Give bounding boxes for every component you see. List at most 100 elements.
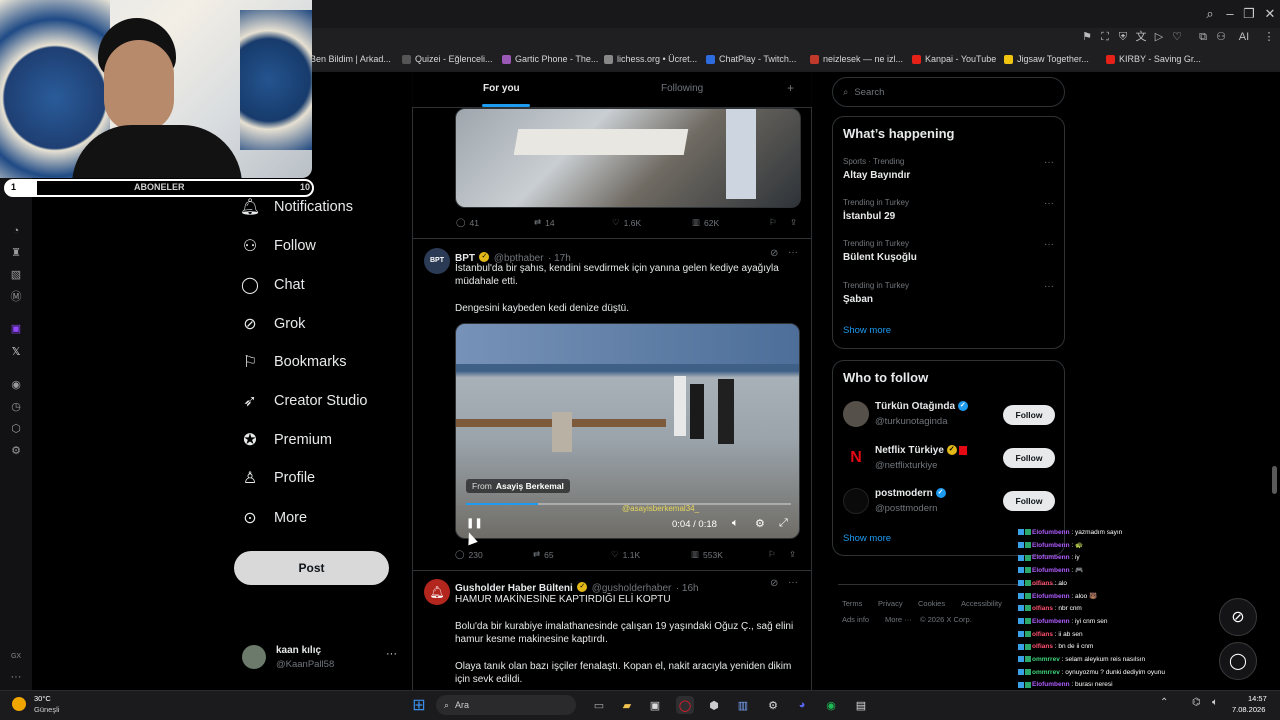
chat-username[interactable]: olfians [1032, 580, 1053, 587]
shield-icon[interactable]: ⛨ [1116, 30, 1130, 44]
taskbar-search[interactable]: ⌕ Ara [436, 695, 576, 715]
settings-icon[interactable]: ⚙ [755, 517, 765, 530]
like-button[interactable]: ♡ 1.1K [611, 549, 640, 560]
profile-icon[interactable]: ⚇ [1214, 30, 1228, 44]
restore-icon[interactable]: ❐ [1241, 6, 1257, 22]
trend-item[interactable]: İstanbul 29 [843, 211, 895, 222]
nav-more[interactable]: ⊙ More [240, 504, 307, 532]
footer-link[interactable]: Accessibility [961, 599, 1002, 608]
share-button[interactable]: ⇪ [790, 217, 797, 228]
avatar[interactable] [843, 401, 869, 427]
avatar[interactable]: 🔔︎ [424, 579, 450, 605]
discord-icon[interactable]: ◕ [793, 696, 811, 714]
app-icon[interactable]: ▥ [734, 696, 752, 714]
clock-time[interactable]: 14:57 [1248, 694, 1267, 703]
chat-username[interactable]: Elofumbenn [1032, 567, 1070, 574]
chat-username[interactable]: olfians [1032, 631, 1053, 638]
store-icon[interactable]: ▣ [646, 696, 664, 714]
chat-username[interactable]: olfians [1032, 643, 1053, 650]
tray-chevron-icon[interactable]: ⌃ [1160, 697, 1168, 708]
avatar[interactable]: BPT [424, 248, 450, 274]
opera-gx-icon[interactable]: ◯ [676, 696, 694, 714]
more-icon[interactable]: ··· [1044, 281, 1054, 292]
trend-item[interactable]: Bülent Kuşoğlu [843, 252, 917, 263]
bookmark-item[interactable]: ChatPlay - Twitch... [706, 52, 796, 66]
workspace-icon[interactable]: ▧ [9, 268, 23, 282]
messages-button[interactable]: ◯ [1219, 642, 1257, 680]
reply-button[interactable]: ◯ 230 [455, 549, 483, 560]
nav-follow[interactable]: ⚇ Follow [240, 232, 316, 260]
heart-icon[interactable]: ♡ [1170, 30, 1184, 44]
spotify-icon[interactable]: ◉ [822, 696, 840, 714]
task-view-icon[interactable]: ▭ [590, 696, 608, 714]
menu-icon[interactable]: ⋮ [1262, 30, 1276, 44]
share-button[interactable]: ⇪ [789, 549, 796, 560]
nav-chat[interactable]: ◯ Chat [240, 271, 305, 299]
grok-icon[interactable]: ⊘ [770, 248, 778, 259]
chat-username[interactable]: Elofumbenn [1032, 618, 1070, 625]
tab-for-you[interactable]: For you [483, 83, 520, 94]
gaming-icon[interactable]: ♜ [9, 246, 23, 260]
chat-username[interactable]: olfians [1032, 605, 1053, 612]
follow-button[interactable]: Follow [1003, 448, 1055, 468]
settings-icon[interactable]: ⚙ [9, 444, 23, 458]
views-button[interactable]: ▥ 62K [692, 217, 719, 228]
grok-icon[interactable]: ⊘ [770, 578, 778, 589]
app-icon[interactable]: ▤ [852, 696, 870, 714]
chat-username[interactable]: Elofumbenn [1032, 593, 1070, 600]
bookmark-item[interactable]: Quizei - Eğlenceli... [402, 52, 493, 66]
views-button[interactable]: ▥ 553K [691, 549, 723, 560]
windows-start-icon[interactable]: ⊞ [410, 696, 428, 714]
footer-link[interactable]: Cookies [918, 599, 945, 608]
close-icon[interactable]: ✕ [1262, 6, 1278, 22]
more-icon[interactable]: ··· [1044, 198, 1054, 209]
more-icon[interactable]: ··· [1044, 239, 1054, 250]
video-progress-track[interactable] [466, 503, 791, 505]
bookmark-item[interactable]: neizlesek — ne izl... [810, 52, 903, 66]
pause-icon[interactable]: ❚❚ [466, 518, 483, 529]
suggestion-name[interactable]: Türkün Otağında ✓ [875, 401, 968, 412]
weather-desc[interactable]: Güneşli [34, 705, 59, 714]
bookmark-button[interactable]: ⚐ [768, 549, 776, 560]
messenger-icon[interactable]: Ⓜ [9, 290, 23, 304]
footer-link[interactable]: Privacy [878, 599, 903, 608]
search-icon[interactable]: ⌕ [1202, 6, 1218, 22]
more-icon[interactable]: ··· [1044, 157, 1054, 168]
minimize-icon[interactable]: – [1222, 6, 1238, 22]
nav-premium[interactable]: ✪ Premium [240, 426, 332, 454]
show-more-link[interactable]: Show more [843, 533, 891, 544]
player-icon[interactable]: ◉ [9, 378, 23, 392]
chat-username[interactable]: ommrrev [1032, 656, 1060, 663]
account-switcher[interactable]: kaan kılıç @KaanPall58 ··· [242, 643, 402, 673]
network-icon[interactable]: ⌬ [1192, 697, 1201, 708]
like-button[interactable]: ♡ 1.6K [612, 217, 641, 228]
file-explorer-icon[interactable]: ▰ [618, 696, 636, 714]
show-more-link[interactable]: Show more [843, 325, 891, 336]
scrollbar-thumb[interactable] [1272, 466, 1277, 494]
more-icon[interactable]: ··· [9, 670, 23, 684]
more-icon[interactable]: ··· [788, 247, 798, 258]
nav-profile[interactable]: ♙ Profile [240, 464, 315, 492]
trend-item[interactable]: Şaban [843, 294, 873, 305]
search-input[interactable]: Ara [455, 700, 469, 710]
play-icon[interactable]: ▷ [1152, 30, 1166, 44]
follow-button[interactable]: Follow [1003, 405, 1055, 425]
speed-dial-icon[interactable]: ◔ [9, 224, 23, 238]
extensions-icon[interactable]: ⧉ [1196, 30, 1210, 44]
suggestion-name[interactable]: postmodern ✓ [875, 488, 946, 499]
suggestion-name[interactable]: Netflix Türkiye ✓ [875, 445, 968, 456]
twitch-icon[interactable]: ▣ [9, 322, 23, 336]
bookmark-item[interactable]: Ben Bildim | Arkad... [310, 52, 391, 66]
retweet-button[interactable]: ⇄ 65 [533, 549, 554, 560]
add-tab-icon[interactable]: + [787, 81, 794, 95]
tweet-image[interactable] [455, 108, 801, 208]
volume-icon[interactable]: 🔈︎ [1212, 697, 1218, 708]
bookmark-item[interactable]: Jigsaw Together... [1004, 52, 1089, 66]
nav-bookmarks[interactable]: ⚐ Bookmarks [240, 348, 347, 376]
trend-item[interactable]: Altay Bayındır [843, 170, 910, 181]
screenshot-icon[interactable]: ⛶ [1098, 30, 1112, 44]
chat-username[interactable]: Elofumbenn [1032, 529, 1070, 536]
nav-creator-studio[interactable]: ➶ Creator Studio [240, 387, 367, 415]
chat-username[interactable]: Elofumbenn [1032, 681, 1070, 688]
post-button[interactable]: Post [234, 551, 389, 585]
